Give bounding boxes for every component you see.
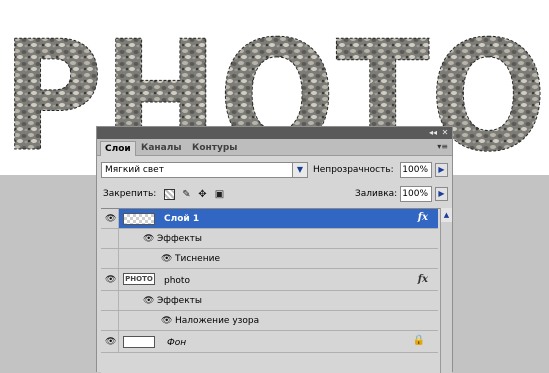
visibility-toggle[interactable]	[101, 311, 119, 330]
eye-icon[interactable]: 👁	[105, 214, 116, 224]
close-icon[interactable]: ✕	[440, 128, 450, 137]
move-icon[interactable]: ✥	[197, 189, 208, 200]
visibility-toggle[interactable]	[101, 229, 119, 248]
lock-transparency-icon[interactable]	[164, 189, 175, 200]
visibility-toggle[interactable]	[101, 291, 119, 310]
visibility-toggle[interactable]: 👁	[101, 269, 119, 290]
layers-list: 👁 Слой 1 fx 👁 Эффекты 👁 Тиснение 👁 PHOTO…	[101, 208, 442, 373]
eye-icon[interactable]: 👁	[105, 275, 116, 285]
opacity-slider-arrow-icon[interactable]: ▶	[435, 163, 448, 177]
layers-scrollbar[interactable]: ▲	[440, 208, 452, 373]
blend-mode-select[interactable]: Мягкий свет ▼	[101, 162, 308, 178]
effect-row-emboss[interactable]: 👁 Тиснение	[101, 249, 438, 269]
fx-icon[interactable]: fx	[418, 212, 428, 223]
panel-tabs: Слои Каналы Контуры ▾≡	[97, 139, 452, 156]
eye-icon[interactable]: 👁	[143, 234, 154, 244]
layer-name[interactable]: photo	[164, 275, 190, 287]
fill-label: Заливка:	[355, 189, 398, 199]
effect-label: Наложение узора	[175, 316, 260, 326]
eye-icon[interactable]: 👁	[105, 337, 116, 347]
tab-channels[interactable]: Каналы	[137, 141, 185, 156]
chevron-down-icon[interactable]: ▼	[292, 163, 307, 177]
fill-field[interactable]: 100%	[400, 186, 432, 202]
effects-row[interactable]: 👁 Эффекты	[101, 229, 438, 249]
layer-name[interactable]: Слой 1	[164, 213, 199, 225]
layer-name[interactable]: Фон	[167, 337, 186, 349]
effect-row-pattern-overlay[interactable]: 👁 Наложение узора	[101, 311, 438, 331]
opacity-field[interactable]: 100%	[400, 162, 432, 178]
effects-label: Эффекты	[157, 296, 202, 306]
effect-label: Тиснение	[175, 254, 220, 264]
layer-row-background[interactable]: 👁 Фон 🔒	[101, 331, 438, 353]
layer-row-sloy1[interactable]: 👁 Слой 1 fx	[101, 209, 438, 229]
collapse-icon[interactable]: ◂◂	[428, 128, 438, 137]
eye-icon[interactable]: 👁	[143, 296, 154, 306]
fill-slider-arrow-icon[interactable]: ▶	[435, 187, 448, 201]
layer-thumbnail	[123, 336, 155, 348]
scroll-up-icon[interactable]: ▲	[441, 208, 452, 222]
layer-row-photo[interactable]: 👁 PHOTO photo fx	[101, 269, 438, 291]
panel-menu-icon[interactable]: ▾≡	[437, 142, 448, 151]
fx-icon[interactable]: fx	[418, 274, 428, 285]
layer-thumbnail: PHOTO	[123, 273, 155, 285]
lock-icon: 🔒	[412, 335, 425, 346]
eye-icon[interactable]: 👁	[161, 254, 172, 264]
visibility-toggle[interactable]: 👁	[101, 209, 119, 228]
brush-icon[interactable]: ✎	[181, 189, 192, 200]
visibility-toggle[interactable]	[101, 249, 119, 268]
panel-titlebar[interactable]: ◂◂ ✕	[97, 127, 452, 139]
effects-row[interactable]: 👁 Эффекты	[101, 291, 438, 311]
eye-icon[interactable]: 👁	[161, 316, 172, 326]
tab-layers[interactable]: Слои	[100, 141, 136, 156]
lock-label: Закрепить:	[103, 189, 157, 199]
opacity-label: Непрозрачность:	[313, 165, 394, 175]
effects-label: Эффекты	[157, 234, 202, 244]
blend-mode-value: Мягкий свет	[105, 165, 164, 175]
lock-icon[interactable]: ▣	[214, 189, 225, 200]
layers-panel: ◂◂ ✕ Слои Каналы Контуры ▾≡ Мягкий свет …	[96, 126, 453, 373]
layer-thumbnail	[123, 213, 155, 225]
visibility-toggle[interactable]: 👁	[101, 331, 119, 352]
tab-paths[interactable]: Контуры	[188, 141, 241, 156]
